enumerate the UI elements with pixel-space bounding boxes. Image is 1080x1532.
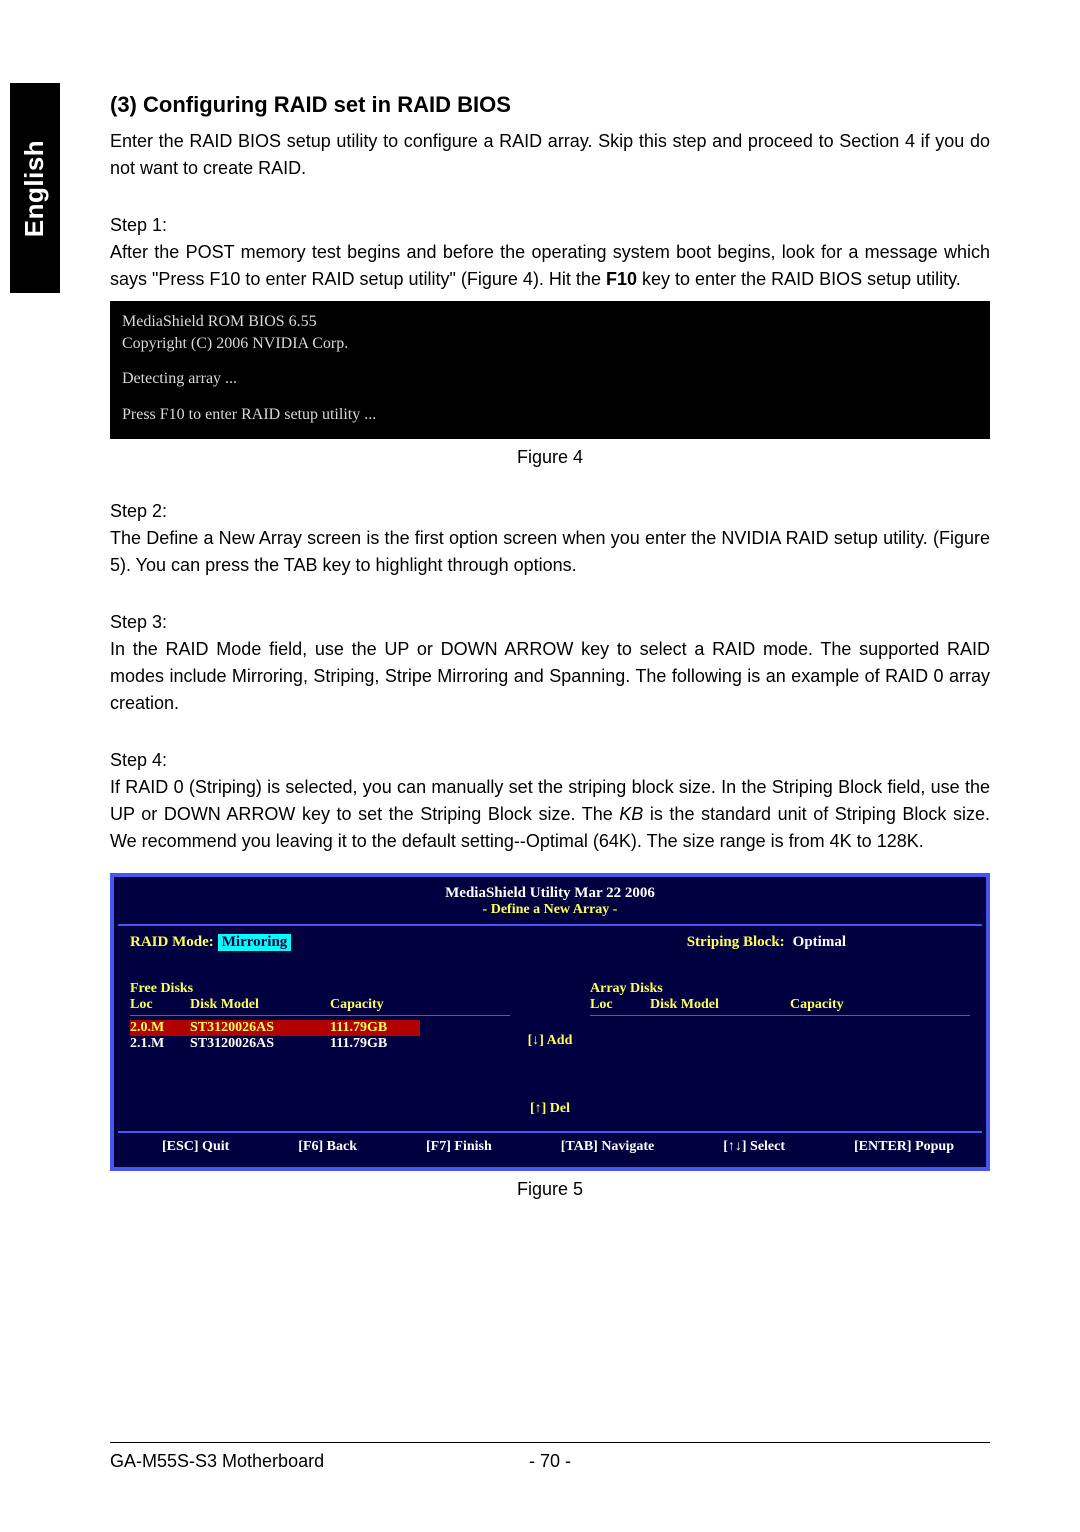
fig4-line3: Detecting array ... xyxy=(122,368,978,390)
kb-unit: KB xyxy=(619,804,643,824)
mediashield-title: MediaShield Utility Mar 22 2006 xyxy=(118,881,982,902)
col-capacity: Capacity xyxy=(330,997,420,1013)
step4-label: Step 4: xyxy=(110,747,990,774)
add-del-buttons: [↓] Add [↑] Del xyxy=(510,957,590,1125)
section-heading: (3) Configuring RAID set in RAID BIOS xyxy=(110,92,990,118)
language-tab: English xyxy=(10,83,60,293)
mediashield-subtitle: - Define a New Array - xyxy=(118,902,982,922)
footer-page-number: - 70 - xyxy=(110,1451,990,1472)
step2-text: The Define a New Array screen is the fir… xyxy=(110,525,990,579)
array-disks-panel: Array Disks Loc Disk Model Capacity xyxy=(590,957,970,1125)
figure-4-caption: Figure 4 xyxy=(110,447,990,468)
free-disks-panel: Free Disks Loc Disk Model Capacity 2.0.M… xyxy=(130,957,510,1125)
step4-text: If RAID 0 (Striping) is selected, you ca… xyxy=(110,774,990,855)
del-button[interactable]: [↑] Del xyxy=(530,1101,570,1117)
key-esc-quit[interactable]: [ESC] Quit xyxy=(162,1139,229,1155)
free-disk-row[interactable]: 2.1.M ST3120026AS 111.79GB xyxy=(130,1036,510,1052)
row0-model: ST3120026AS xyxy=(190,1020,330,1036)
key-f6-back[interactable]: [F6] Back xyxy=(298,1139,357,1155)
mediashield-footer: [ESC] Quit [F6] Back [F7] Finish [TAB] N… xyxy=(118,1131,982,1163)
key-f7-finish[interactable]: [F7] Finish xyxy=(426,1139,492,1155)
row0-cap: 111.79GB xyxy=(330,1020,420,1036)
page-footer: GA-M55S-S3 Motherboard - 70 - xyxy=(110,1442,990,1472)
section-intro: Enter the RAID BIOS setup utility to con… xyxy=(110,128,990,182)
col-loc-r: Loc xyxy=(590,997,650,1013)
document-body: (3) Configuring RAID set in RAID BIOS En… xyxy=(110,92,990,1200)
col-model: Disk Model xyxy=(190,997,330,1013)
key-enter-popup[interactable]: [ENTER] Popup xyxy=(854,1139,954,1155)
fig4-line1: MediaShield ROM BIOS 6.55 xyxy=(122,311,978,333)
step1-label: Step 1: xyxy=(110,212,990,239)
step3-text: In the RAID Mode field, use the UP or DO… xyxy=(110,636,990,717)
row1-model: ST3120026AS xyxy=(190,1036,330,1052)
col-loc: Loc xyxy=(130,997,190,1013)
add-button[interactable]: [↓] Add xyxy=(528,1033,573,1049)
row1-loc: 2.1.M xyxy=(130,1036,190,1052)
figure-4-terminal: MediaShield ROM BIOS 6.55 Copyright (C) … xyxy=(110,301,990,439)
language-label: English xyxy=(20,139,51,236)
key-f10: F10 xyxy=(606,269,637,289)
figure-5-caption: Figure 5 xyxy=(110,1179,990,1200)
key-arrows-select[interactable]: [↑↓] Select xyxy=(723,1139,785,1155)
step1-text-b: key to enter the RAID BIOS setup utility… xyxy=(637,269,961,289)
striping-block-label: Striping Block: xyxy=(687,934,785,951)
step3-label: Step 3: xyxy=(110,609,990,636)
raid-mode-value[interactable]: Mirroring xyxy=(218,934,292,951)
col-capacity-r: Capacity xyxy=(790,997,880,1013)
fig4-line2: Copyright (C) 2006 NVIDIA Corp. xyxy=(122,333,978,355)
raid-mode-label: RAID Mode: xyxy=(130,934,214,951)
key-tab-navigate[interactable]: [TAB] Navigate xyxy=(561,1139,654,1155)
row0-loc: 2.0.M xyxy=(130,1020,190,1036)
free-disk-row-selected[interactable]: 2.0.M ST3120026AS 111.79GB xyxy=(130,1020,510,1036)
mode-row: RAID Mode: Mirroring Striping Block: Opt… xyxy=(118,934,982,951)
row1-cap: 111.79GB xyxy=(330,1036,420,1052)
figure-5-mediashield-utility: MediaShield Utility Mar 22 2006 - Define… xyxy=(110,873,990,1171)
col-model-r: Disk Model xyxy=(650,997,790,1013)
array-disks-title: Array Disks xyxy=(590,981,970,997)
striping-block-value[interactable]: Optimal xyxy=(789,934,850,951)
fig4-line4: Press F10 to enter RAID setup utility ..… xyxy=(122,404,978,426)
free-disks-title: Free Disks xyxy=(130,981,510,997)
step2-label: Step 2: xyxy=(110,498,990,525)
step1-text: After the POST memory test begins and be… xyxy=(110,239,990,293)
